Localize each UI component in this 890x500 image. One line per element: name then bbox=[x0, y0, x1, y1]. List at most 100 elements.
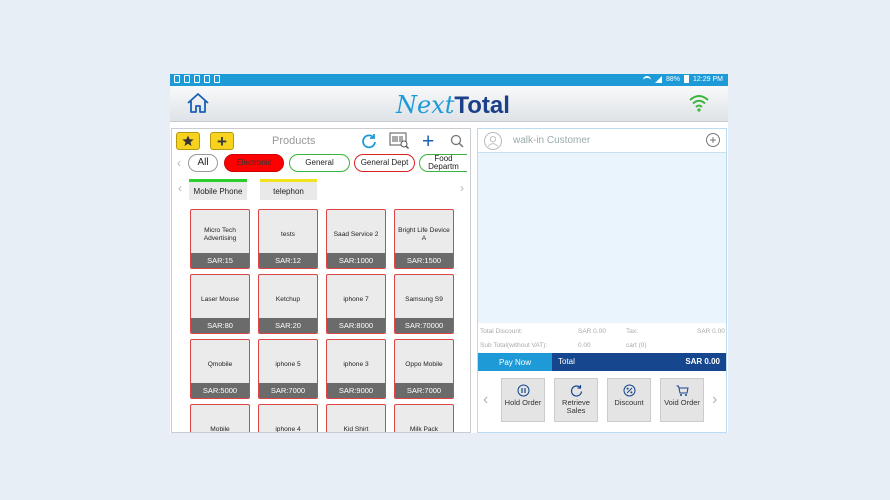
category-all[interactable]: All bbox=[188, 154, 218, 172]
total-label: Total bbox=[558, 357, 575, 366]
notification-icon bbox=[194, 75, 200, 83]
product-card[interactable]: tests SAR:12 bbox=[258, 209, 318, 269]
pause-icon bbox=[517, 384, 529, 397]
product-name: Bright Life Device A bbox=[398, 227, 450, 242]
app-logo: NextTotal bbox=[396, 91, 510, 120]
chevron-left-icon[interactable]: ‹ bbox=[178, 182, 182, 194]
product-card[interactable]: iphone 7 SAR:8000 bbox=[326, 274, 386, 334]
customer-avatar-icon[interactable] bbox=[484, 132, 502, 150]
discount-label: Discount bbox=[614, 398, 644, 407]
add-product-button[interactable]: + bbox=[210, 132, 234, 150]
cart-panel: walk-in Customer + Total Discount: SAR 0… bbox=[477, 128, 727, 433]
product-card[interactable]: Micro Tech Advertising SAR:15 bbox=[190, 209, 250, 269]
chevron-right-icon[interactable]: › bbox=[712, 392, 717, 408]
chevron-left-icon[interactable]: ‹ bbox=[177, 157, 181, 169]
product-price: SAR:20 bbox=[259, 318, 317, 333]
subcategory-bar: ‹ Mobile Phone telephon › bbox=[172, 179, 470, 203]
search-icon[interactable] bbox=[450, 134, 464, 148]
status-bar: 88% 12:29 PM bbox=[170, 74, 728, 86]
product-name: Mobile bbox=[210, 426, 230, 433]
tax-value: SAR 0.00 bbox=[697, 328, 725, 335]
cart-count: cart (0) bbox=[626, 342, 647, 349]
product-name: Samsung S9 bbox=[405, 296, 443, 304]
customer-header: walk-in Customer + bbox=[478, 129, 726, 153]
subtotal-value: 0.00 bbox=[578, 342, 591, 349]
category-general[interactable]: General bbox=[289, 154, 350, 172]
products-panel: + Products + ‹ All Electronic General Ge… bbox=[171, 128, 471, 433]
pay-now-button[interactable]: Pay Now bbox=[478, 353, 552, 371]
retrieve-icon bbox=[570, 385, 582, 397]
discount-button[interactable]: Discount bbox=[607, 378, 651, 422]
product-card[interactable]: iphone 4 bbox=[258, 404, 318, 433]
subcategory-mobile-phone[interactable]: Mobile Phone bbox=[189, 179, 247, 200]
home-icon[interactable] bbox=[186, 92, 210, 114]
product-price: SAR:12 bbox=[259, 253, 317, 268]
product-name: iphone 7 bbox=[343, 296, 369, 304]
product-name: iphone 4 bbox=[275, 426, 301, 433]
refresh-icon[interactable] bbox=[361, 133, 377, 149]
hold-order-button[interactable]: Hold Order bbox=[501, 378, 545, 422]
product-card[interactable]: Mobile bbox=[190, 404, 250, 433]
product-name: Kid Shirt bbox=[343, 426, 369, 433]
void-order-button[interactable]: Void Order bbox=[660, 378, 704, 422]
product-name: iphone 3 bbox=[343, 361, 369, 369]
product-card[interactable]: Qmobile SAR:5000 bbox=[190, 339, 250, 399]
product-card[interactable]: Oppo Mobile SAR:7000 bbox=[394, 339, 454, 399]
product-price: SAR:8000 bbox=[327, 318, 385, 333]
payment-bar: Pay Now Total SAR 0.00 bbox=[478, 353, 726, 371]
product-price: SAR:7000 bbox=[259, 383, 317, 398]
barcode-scan-icon[interactable] bbox=[389, 132, 409, 149]
product-price: SAR:80 bbox=[191, 318, 249, 333]
product-card[interactable]: Laser Mouse SAR:80 bbox=[190, 274, 250, 334]
battery-percent: 88% bbox=[666, 75, 681, 83]
product-card[interactable]: Milk Pack bbox=[394, 404, 454, 432]
product-name: Qmobile bbox=[207, 361, 233, 369]
product-name: Micro Tech Advertising bbox=[203, 227, 237, 242]
notification-icon bbox=[184, 75, 190, 83]
product-name: Laser Mouse bbox=[200, 296, 240, 304]
favorites-button[interactable] bbox=[176, 132, 200, 150]
add-customer-icon[interactable]: + bbox=[706, 133, 720, 147]
logo-total: Total bbox=[454, 92, 510, 119]
chevron-left-icon[interactable]: ‹ bbox=[483, 392, 488, 408]
cart-items-area bbox=[478, 153, 726, 323]
product-name: tests bbox=[281, 231, 295, 239]
product-price: SAR:7000 bbox=[395, 383, 453, 398]
plus-icon: + bbox=[217, 131, 227, 151]
product-card[interactable]: Samsung S9 SAR:70000 bbox=[394, 274, 454, 334]
product-card[interactable]: Kid Shirt bbox=[326, 404, 386, 433]
product-card[interactable]: iphone 3 SAR:9000 bbox=[326, 339, 386, 399]
chevron-right-icon[interactable]: › bbox=[460, 182, 464, 194]
star-icon bbox=[182, 135, 194, 146]
product-name: Saad Service 2 bbox=[333, 231, 379, 239]
category-general-dept[interactable]: General Dept bbox=[354, 154, 415, 172]
battery-icon bbox=[684, 75, 690, 83]
product-card[interactable]: Ketchup SAR:20 bbox=[258, 274, 318, 334]
product-card[interactable]: iphone 5 SAR:7000 bbox=[258, 339, 318, 399]
product-card[interactable]: Saad Service 2 SAR:1000 bbox=[326, 209, 386, 269]
add-icon[interactable]: + bbox=[422, 131, 434, 152]
product-price: SAR:15 bbox=[191, 253, 249, 268]
notification-icons bbox=[174, 75, 220, 83]
product-card[interactable]: Bright Life Device A SAR:1500 bbox=[394, 209, 454, 269]
logo-next: Next bbox=[396, 91, 455, 119]
discount-icon bbox=[623, 384, 635, 397]
cell-signal-icon bbox=[655, 75, 663, 83]
notification-icon bbox=[204, 75, 210, 83]
void-order-label: Void Order bbox=[664, 398, 700, 407]
order-summary: Total Discount: SAR 0.00 Tax: SAR 0.00 S… bbox=[478, 324, 726, 352]
product-name: iphone 5 bbox=[275, 361, 301, 369]
wifi-icon[interactable] bbox=[688, 94, 710, 112]
subcategory-telephon[interactable]: telephon bbox=[260, 179, 317, 200]
customer-name[interactable]: walk-in Customer bbox=[513, 135, 590, 146]
total-bar: Total SAR 0.00 bbox=[552, 353, 726, 371]
product-name: Ketchup bbox=[275, 296, 301, 304]
cart-icon bbox=[676, 385, 689, 396]
tax-label: Tax: bbox=[626, 328, 638, 335]
category-electronic[interactable]: Electronic bbox=[224, 154, 284, 172]
status-time: 12:29 PM bbox=[693, 75, 723, 83]
product-grid: Micro Tech Advertising SAR:15 tests SAR:12… bbox=[190, 209, 460, 433]
total-value: SAR 0.00 bbox=[685, 357, 720, 366]
category-food-department[interactable]: Food Departm bbox=[419, 154, 467, 172]
retrieve-sales-button[interactable]: Retrieve Sales bbox=[554, 378, 598, 422]
